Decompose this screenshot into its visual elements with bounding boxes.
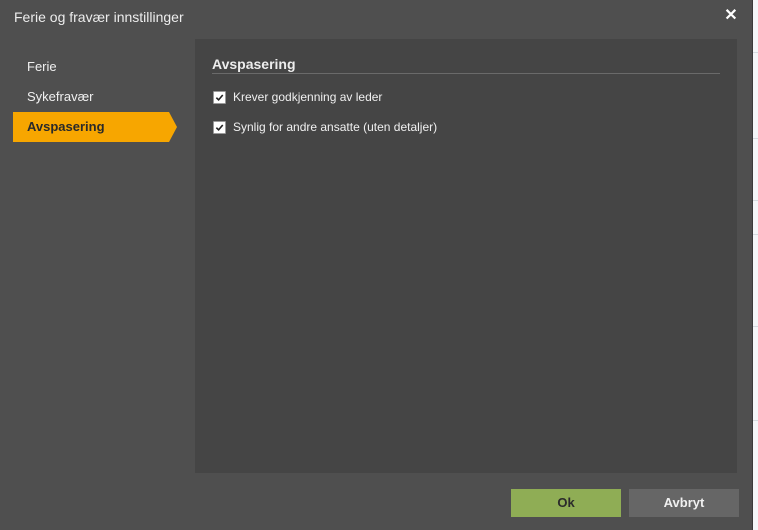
dialog-title: Ferie og fravær innstillinger — [14, 9, 184, 25]
close-icon[interactable]: ✕ — [722, 7, 740, 25]
panel-title: Avspasering — [212, 56, 296, 72]
nav-item-avspasering[interactable]: Avspasering — [13, 112, 177, 142]
cancel-button[interactable]: Avbryt — [629, 489, 739, 517]
panel-divider — [212, 73, 720, 74]
option-label: Krever godkjenning av leder — [233, 90, 383, 104]
checkmark-icon — [215, 93, 224, 101]
checkmark-icon — [215, 123, 224, 131]
ok-button[interactable]: Ok — [511, 489, 621, 517]
settings-panel: Avspasering Krever godkjenning av leder … — [195, 39, 737, 473]
option-requires-approval[interactable]: Krever godkjenning av leder — [213, 90, 382, 104]
nav-item-ferie[interactable]: Ferie — [13, 52, 183, 82]
settings-nav: Ferie Sykefravær Avspasering — [13, 52, 183, 142]
checkbox-visible-to-others[interactable] — [213, 120, 226, 134]
nav-item-sykefravaer[interactable]: Sykefravær — [13, 82, 183, 112]
option-visible-to-others[interactable]: Synlig for andre ansatte (uten detaljer) — [213, 120, 437, 134]
option-label: Synlig for andre ansatte (uten detaljer) — [233, 120, 438, 134]
checkbox-requires-approval[interactable] — [213, 90, 226, 104]
settings-dialog: Ferie og fravær innstillinger ✕ Ferie Sy… — [0, 0, 753, 530]
